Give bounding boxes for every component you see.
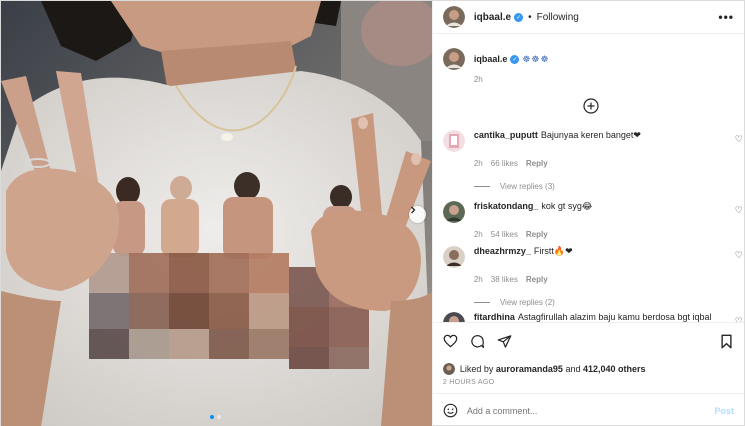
- likes-conjunction: and: [565, 364, 581, 374]
- comment-reply-button[interactable]: Reply: [526, 230, 548, 239]
- post-timestamp: 2 HOURS AGO: [442, 379, 495, 386]
- carousel-indicator: [210, 415, 221, 419]
- more-options-icon[interactable]: •••: [718, 10, 734, 24]
- caption-text: ☸☸☸: [522, 53, 550, 64]
- commenter-avatar[interactable]: [442, 130, 465, 152]
- comment-item: friskatondang_ kok gt syg😂 2h 54 likes Re…: [442, 201, 743, 239]
- share-button[interactable]: [497, 334, 512, 349]
- likes-count-link[interactable]: 412,040 others: [583, 364, 646, 374]
- comment-reply-button[interactable]: Reply: [526, 159, 548, 168]
- comment-username[interactable]: fitardhina: [474, 312, 515, 322]
- view-replies-button[interactable]: View replies (2): [473, 298, 743, 307]
- comment-text: kok gt syg😂: [541, 201, 593, 211]
- carousel-dot-2: [217, 415, 221, 419]
- comment-like-icon[interactable]: ♡: [735, 316, 743, 322]
- comments-list[interactable]: iqbaal.e ✓ ☸☸☸ 2h cantika_puputt Bajunya…: [433, 34, 744, 322]
- verified-icon: ✓: [510, 54, 520, 64]
- add-comment-bar: Post: [432, 393, 744, 426]
- author-username[interactable]: iqbaal.e: [474, 12, 511, 23]
- comment-username[interactable]: dheazhrmzy_: [474, 246, 531, 256]
- emoji-icon[interactable]: [443, 403, 458, 418]
- post-modal: iqbaal.e ✓ • Following ••• iqbaal.e ✓ ☸☸…: [0, 0, 745, 426]
- liker-avatar[interactable]: [442, 363, 455, 375]
- load-more-comments-button[interactable]: [583, 98, 599, 114]
- comment-time: 2h: [473, 159, 483, 168]
- plus-circle-icon: [583, 98, 599, 114]
- post-actions-bar: [432, 322, 744, 359]
- bookmark-icon: [721, 334, 732, 348]
- save-button[interactable]: [719, 334, 734, 349]
- replies-divider: [473, 186, 490, 187]
- likes-summary: Liked by auroramanda95 and 412,040 other…: [433, 359, 744, 379]
- post-photo: [1, 1, 432, 426]
- comment-username[interactable]: friskatondang_: [474, 201, 539, 211]
- post-comment-button[interactable]: Post: [714, 406, 734, 416]
- add-comment-input[interactable]: [466, 405, 715, 416]
- commenter-avatar[interactable]: [442, 312, 465, 322]
- comment-item: dheazhrmzy_ Firstt🔥❤ 2h 38 likes Reply Vi…: [442, 246, 743, 307]
- comment-likes[interactable]: 54 likes: [491, 230, 518, 239]
- separator-dot: •: [528, 11, 532, 23]
- author-avatar[interactable]: [442, 6, 465, 28]
- comment-like-icon[interactable]: ♡: [735, 134, 743, 145]
- liker-username[interactable]: auroramanda95: [496, 364, 563, 374]
- carousel-dot-1: [210, 415, 214, 419]
- next-slide-button[interactable]: [409, 206, 426, 223]
- comment-item: cantika_puputt Bajunyaa keren banget❤ 2h …: [442, 130, 743, 191]
- comment-likes[interactable]: 66 likes: [491, 159, 518, 168]
- commenter-avatar[interactable]: [442, 201, 465, 223]
- comment-item: fitardhina Astagfirullah alazim baju kamu…: [442, 312, 743, 322]
- post-side-panel: iqbaal.e ✓ • Following ••• iqbaal.e ✓ ☸☸…: [431, 1, 744, 426]
- replies-divider: [473, 302, 490, 303]
- commenter-avatar[interactable]: [442, 246, 465, 268]
- view-replies-button[interactable]: View replies (3): [473, 182, 743, 191]
- heart-icon: [443, 334, 458, 348]
- send-icon: [497, 334, 512, 348]
- comment-button[interactable]: [470, 334, 485, 349]
- comment-icon: [471, 334, 484, 348]
- caption-username[interactable]: iqbaal.e: [474, 54, 508, 64]
- view-replies-label: View replies (2): [499, 298, 555, 307]
- chevron-right-icon: [411, 206, 416, 214]
- comment-time: 2h: [473, 230, 483, 239]
- comment-time: 2h: [473, 275, 483, 284]
- comment-text: Firstt🔥❤: [533, 246, 573, 256]
- post-media[interactable]: [1, 1, 432, 426]
- comment-like-icon[interactable]: ♡: [735, 250, 743, 261]
- like-button[interactable]: [443, 334, 458, 349]
- comment-text: Astagfirullah alazim baju kamu berdosa b…: [517, 312, 712, 322]
- follow-status-button[interactable]: Following: [537, 12, 579, 23]
- comment-username[interactable]: cantika_puputt: [474, 130, 538, 140]
- view-replies-label: View replies (3): [499, 182, 555, 191]
- comment-text: Bajunyaa keren banget❤: [540, 130, 641, 140]
- verified-icon: ✓: [514, 12, 524, 22]
- comment-reply-button[interactable]: Reply: [526, 275, 548, 284]
- post-caption: iqbaal.e ✓ ☸☸☸ 2h: [442, 48, 736, 84]
- comment-likes[interactable]: 38 likes: [491, 275, 518, 284]
- comment-like-icon[interactable]: ♡: [735, 205, 743, 216]
- likes-prefix: Liked by: [459, 364, 494, 374]
- caption-time: 2h: [473, 75, 483, 84]
- caption-avatar[interactable]: [442, 48, 465, 70]
- post-header: iqbaal.e ✓ • Following •••: [432, 1, 744, 34]
